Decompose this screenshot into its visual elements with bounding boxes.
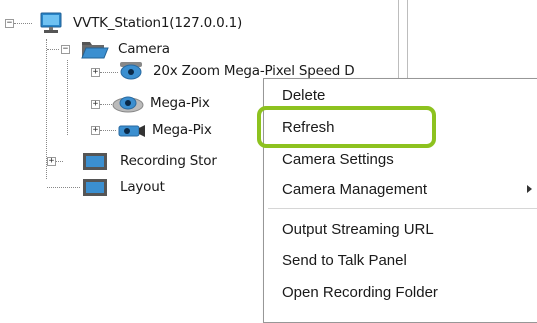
- tree-node-camera-3[interactable]: Mega-Pix: [116, 119, 212, 141]
- camera-folder-label: Camera: [118, 41, 170, 57]
- dome-camera-icon: [112, 96, 144, 113]
- tree-line: [100, 104, 112, 105]
- recording-storage-label: Recording Stor: [120, 153, 217, 169]
- menu-item-camera-settings[interactable]: Camera Settings: [264, 145, 537, 173]
- tree-node-station[interactable]: VVTK_Station1(127.0.0.1): [38, 12, 242, 34]
- tree-line: [100, 130, 116, 131]
- tree-line: [14, 23, 32, 24]
- tree-line: [47, 49, 59, 50]
- menu-item-open-recording-folder[interactable]: Open Recording Folder: [264, 278, 537, 306]
- camera-1-label: 20x Zoom Mega-Pixel Speed D: [153, 63, 355, 79]
- camera-2-label: Mega-Pix: [150, 95, 210, 111]
- menu-item-send-to-talk-panel-label: Send to Talk Panel: [282, 251, 407, 269]
- collapse-camera-toggle[interactable]: −: [61, 45, 70, 54]
- menu-item-delete-label: Delete: [282, 86, 326, 104]
- tree-node-camera-2[interactable]: Mega-Pix: [112, 92, 210, 114]
- expand-camera-3-toggle[interactable]: +: [91, 126, 100, 135]
- menu-item-delete[interactable]: Delete: [264, 81, 537, 109]
- menu-item-camera-management[interactable]: Camera Management: [264, 175, 537, 203]
- speed-dome-camera-icon: [120, 62, 142, 80]
- tree-node-camera[interactable]: Camera: [80, 38, 170, 60]
- menu-item-camera-management-label: Camera Management: [282, 180, 428, 198]
- tree-node-layout[interactable]: Layout: [81, 176, 165, 198]
- menu-item-output-streaming-url[interactable]: Output Streaming URL: [264, 215, 537, 243]
- layout-icon: [83, 179, 107, 196]
- expand-camera-1-toggle[interactable]: +: [91, 68, 100, 77]
- station-label: VVTK_Station1(127.0.0.1): [73, 15, 243, 31]
- context-menu: Delete Refresh Camera Settings Camera Ma…: [263, 78, 537, 323]
- box-camera-icon: [118, 125, 145, 137]
- monitor-icon: [40, 12, 62, 33]
- tree-line: [47, 187, 80, 188]
- tree-node-recording-storage[interactable]: Recording Stor: [81, 150, 217, 172]
- expand-recording-storage-toggle[interactable]: +: [47, 157, 56, 166]
- expand-camera-2-toggle[interactable]: +: [91, 100, 100, 109]
- menu-item-open-recording-folder-label: Open Recording Folder: [282, 283, 438, 301]
- folder-open-icon: [81, 42, 109, 59]
- menu-item-refresh-label: Refresh: [282, 118, 335, 136]
- collapse-station-toggle[interactable]: −: [5, 19, 14, 28]
- storage-icon: [83, 153, 107, 170]
- menu-item-output-streaming-url-label: Output Streaming URL: [282, 220, 434, 238]
- tree-line: [100, 72, 118, 73]
- menu-separator: [268, 208, 537, 209]
- submenu-arrow-icon: [527, 185, 532, 193]
- layout-label: Layout: [120, 179, 165, 195]
- camera-3-label: Mega-Pix: [152, 122, 212, 138]
- menu-item-send-to-talk-panel[interactable]: Send to Talk Panel: [264, 246, 537, 274]
- menu-item-camera-settings-label: Camera Settings: [282, 150, 394, 168]
- menu-item-refresh[interactable]: Refresh: [264, 113, 537, 141]
- tree-line: [67, 60, 68, 135]
